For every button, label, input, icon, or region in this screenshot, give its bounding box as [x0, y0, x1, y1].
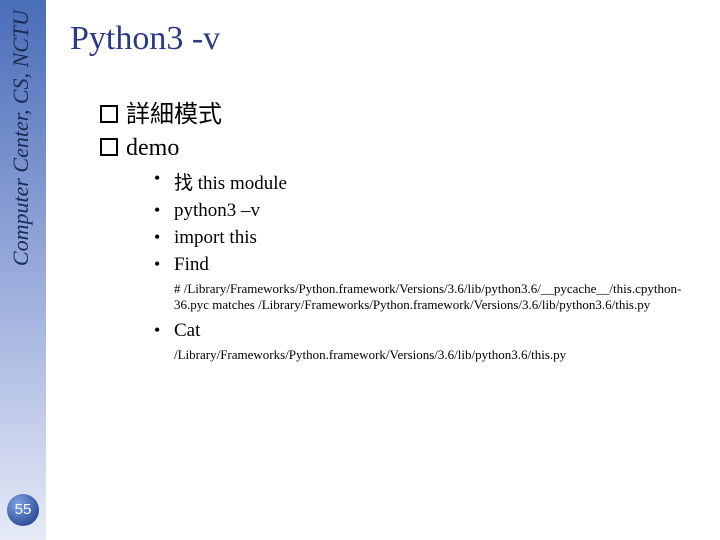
cat-note: /Library/Frameworks/Python.framework/Ver… — [174, 347, 710, 363]
sidebar: Computer Center, CS, NCTU 55 — [0, 0, 46, 540]
sub-bullet-item: Cat — [154, 320, 710, 342]
outline-text: 詳細模式 — [126, 102, 222, 128]
outline-text: demo — [126, 135, 179, 161]
outline-item: demo — [100, 135, 710, 162]
sidebar-label: Computer Center, CS, NCTU — [8, 10, 34, 266]
find-note: # /Library/Frameworks/Python.framework/V… — [174, 281, 710, 314]
outline-item: 詳細模式 — [100, 94, 710, 129]
sub-bullet-list: Cat — [154, 320, 710, 342]
page-number-badge: 55 — [7, 494, 39, 526]
slide-title: Python3 -v — [70, 20, 710, 58]
sub-bullet-item: Find — [154, 254, 710, 276]
sub-bullet-item: 找 this module — [154, 168, 710, 195]
sub-bullet-item: import this — [154, 227, 710, 249]
sub-bullet-list: 找 this module python3 –v import this Fin… — [154, 168, 710, 276]
sub-bullet-item: python3 –v — [154, 200, 710, 222]
checkbox-bullet-icon — [100, 105, 118, 123]
content-area: Python3 -v 詳細模式 demo 找 this module pytho… — [70, 0, 710, 363]
slide: Computer Center, CS, NCTU 55 Python3 -v … — [0, 0, 720, 540]
checkbox-bullet-icon — [100, 138, 118, 156]
